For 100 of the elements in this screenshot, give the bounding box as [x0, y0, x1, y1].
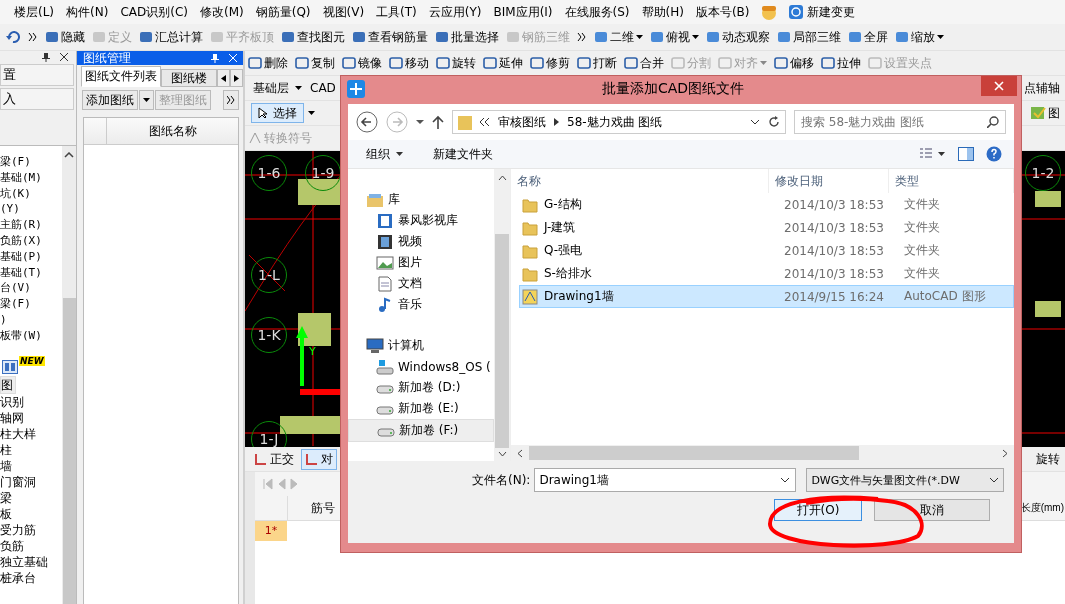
component-item[interactable]: 坑(K): [0, 185, 62, 202]
navigation-item[interactable]: 文档: [348, 273, 494, 294]
navigation-item[interactable]: 暴风影视库: [348, 210, 494, 231]
panel-tab[interactable]: 图纸楼: [161, 69, 217, 87]
navigation-item[interactable]: 图片: [348, 252, 494, 273]
overflow-button[interactable]: [223, 90, 239, 110]
view-button[interactable]: 局部三维: [774, 27, 844, 47]
edit-tool-button[interactable]: 复制: [292, 53, 338, 73]
menu-item[interactable]: 修改(M): [194, 3, 250, 21]
toolbar-button[interactable]: 查找图元: [278, 27, 348, 47]
component-item[interactable]: ): [0, 311, 62, 328]
file-row[interactable]: Drawing1墙 2014/9/15 16:24 AutoCAD 图形: [519, 285, 1014, 308]
horizontal-scrollbar[interactable]: [511, 445, 1014, 461]
menu-item[interactable]: 工具(T): [370, 3, 423, 21]
file-row[interactable]: S-给排水 2014/10/3 18:53 文件夹: [519, 262, 1014, 285]
tool-item[interactable]: 轴网: [0, 409, 62, 426]
tool-item[interactable]: 负筋: [0, 537, 62, 554]
edit-tool-button[interactable]: 移动: [386, 53, 432, 73]
component-item[interactable]: 梁(F): [0, 154, 62, 170]
refresh-icon[interactable]: [768, 116, 780, 128]
cancel-button[interactable]: 取消: [874, 499, 990, 521]
component-item[interactable]: 梁(F): [0, 296, 62, 312]
search-icon[interactable]: [987, 116, 999, 128]
tool-item[interactable]: 受力筋: [0, 521, 62, 538]
pin-icon[interactable]: [211, 53, 219, 63]
toolbar-button[interactable]: 正交: [251, 449, 297, 469]
rotate-button[interactable]: 旋转: [1033, 449, 1063, 469]
menu-item[interactable]: BIM应用(I): [487, 3, 559, 21]
menu-item[interactable]: 云应用(Y): [422, 3, 488, 21]
nav-button[interactable]: 入: [0, 88, 74, 110]
scrollbar[interactable]: [494, 169, 510, 461]
tool-item[interactable]: 梁: [0, 489, 62, 506]
tool-item[interactable]: 图: [0, 375, 16, 394]
menu-item[interactable]: CAD识别(C): [114, 3, 194, 21]
close-button[interactable]: [981, 76, 1017, 96]
edit-tool-button[interactable]: 拉伸: [818, 53, 864, 73]
tab-scroll-left-button[interactable]: [217, 69, 230, 87]
toolbar-button[interactable]: 批量选择: [432, 27, 502, 47]
column-header[interactable]: 类型: [889, 169, 1014, 193]
menu-item[interactable]: 版本号(B): [689, 3, 756, 21]
component-item[interactable]: 基础(P): [0, 248, 62, 265]
axis-tool-button[interactable]: 点辅轴: [1021, 78, 1063, 98]
menu-item[interactable]: 帮助(H): [635, 3, 690, 21]
cad-label[interactable]: CAD: [308, 81, 338, 95]
close-icon[interactable]: [60, 53, 68, 61]
navigation-item[interactable]: 计算机: [348, 335, 494, 356]
tool-item[interactable]: 桩承台: [0, 569, 62, 586]
navigation-item[interactable]: 视频: [348, 231, 494, 252]
navigation-item[interactable]: 新加卷 (D:): [348, 377, 494, 398]
component-item[interactable]: 板带(W): [0, 327, 62, 344]
navigation-item[interactable]: 库: [348, 189, 494, 210]
menu-item[interactable]: 钢筋量(Q): [249, 3, 317, 21]
tool-item[interactable]: 柱: [0, 441, 62, 458]
panel-icon[interactable]: [2, 359, 18, 374]
file-row[interactable]: J-建筑 2014/10/3 18:53 文件夹: [519, 216, 1014, 239]
view-button[interactable]: 二维: [591, 27, 646, 47]
tool-item[interactable]: 板: [0, 505, 62, 522]
file-row[interactable]: G-结构 2014/10/3 18:53 文件夹: [519, 193, 1014, 216]
caret-icon[interactable]: [308, 110, 315, 116]
toolbar-button[interactable]: 查看钢筋量: [349, 27, 431, 47]
menu-item[interactable]: 构件(N): [60, 3, 115, 21]
edit-tool-button[interactable]: 修剪: [527, 53, 573, 73]
breadcrumb[interactable]: 58-魅力戏曲 图纸: [567, 113, 663, 131]
file-row[interactable]: Q-强电 2014/10/3 18:53 文件夹: [519, 239, 1014, 262]
undo-icon[interactable]: [6, 30, 20, 44]
view-button[interactable]: 动态观察: [703, 27, 773, 47]
navigation-item[interactable]: 新加卷 (F:): [348, 419, 494, 442]
tool-item[interactable]: 墙: [0, 457, 62, 474]
layer-tool-button[interactable]: 图: [1027, 103, 1063, 123]
toolbar-button[interactable]: 汇总计算: [136, 27, 206, 47]
add-drawing-button[interactable]: 添加图纸: [82, 90, 138, 110]
floor-dropdown[interactable]: 基础层: [251, 78, 304, 98]
tab-scroll-right-button[interactable]: [230, 69, 243, 87]
tool-item[interactable]: 识别: [0, 393, 62, 410]
navigation-item[interactable]: Windows8_OS (: [348, 356, 494, 377]
scroll-up-icon[interactable]: [64, 152, 74, 158]
toolbar-button[interactable]: 隐藏: [42, 27, 88, 47]
view-button[interactable]: 全屏: [845, 27, 891, 47]
menu-item[interactable]: 视图(V): [316, 3, 371, 21]
file-type-dropdown[interactable]: DWG文件与矢量图文件(*.DW: [806, 468, 1005, 492]
edit-tool-button[interactable]: 删除: [245, 53, 291, 73]
menu-item[interactable]: 楼层(L): [8, 3, 61, 21]
component-item[interactable]: 负筋(X): [0, 233, 62, 249]
search-field[interactable]: 搜索 58-魅力戏曲 图纸: [794, 110, 1006, 134]
scroll-up-icon[interactable]: [497, 175, 507, 180]
preview-pane-icon[interactable]: [958, 147, 974, 161]
column-header[interactable]: 名称: [511, 169, 769, 193]
up-icon[interactable]: [432, 115, 444, 129]
nav-button[interactable]: 置: [0, 64, 74, 86]
scroll-right-icon[interactable]: [1002, 448, 1008, 458]
column-header[interactable]: 长度(mm): [1020, 496, 1065, 520]
tool-item[interactable]: 柱大样: [0, 425, 62, 442]
tool-item[interactable]: 独立基础: [0, 553, 62, 570]
select-button[interactable]: 选择: [251, 103, 304, 123]
edit-tool-button[interactable]: 合并: [621, 53, 667, 73]
menu-item[interactable]: 新建变更: [781, 3, 861, 21]
navigation-item[interactable]: 音乐: [348, 294, 494, 315]
component-item[interactable]: 基础(T): [0, 264, 62, 281]
edit-tool-button[interactable]: 旋转: [433, 53, 479, 73]
scrollbar[interactable]: [62, 146, 76, 604]
